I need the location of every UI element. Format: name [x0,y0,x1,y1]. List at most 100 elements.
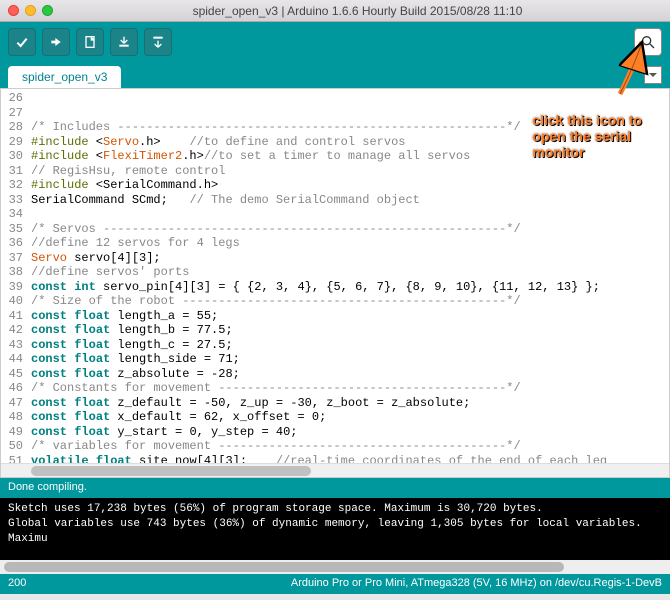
code-line[interactable]: 50/* variables for movement ------------… [1,439,669,454]
console-line: Sketch uses 17,238 bytes (56%) of progra… [8,502,662,517]
code-line[interactable]: 32#include <SerialCommand.h> [1,178,669,193]
line-number: 35 [1,222,31,237]
tab-menu-button[interactable] [644,66,662,84]
code-line[interactable]: 39const int servo_pin[4][3] = { {2, 3, 4… [1,280,669,295]
line-number: 41 [1,309,31,324]
toolbar [0,22,670,62]
code-content[interactable]: /* Includes ----------------------------… [31,120,669,135]
line-number: 31 [1,164,31,179]
code-line[interactable]: 31// RegisHsu, remote control [1,164,669,179]
code-content[interactable]: SerialCommand SCmd; // The demo SerialCo… [31,193,669,208]
code-editor[interactable]: 262728/* Includes ----------------------… [0,88,670,478]
line-number: 29 [1,135,31,150]
line-number: 50 [1,439,31,454]
line-number: 34 [1,207,31,222]
code-line[interactable]: 48const float x_default = 62, x_offset =… [1,410,669,425]
code-line[interactable]: 37Servo servo[4][3]; [1,251,669,266]
code-line[interactable]: 43const float length_c = 27.5; [1,338,669,353]
code-line[interactable]: 34 [1,207,669,222]
line-number: 38 [1,265,31,280]
line-number: 47 [1,396,31,411]
sketch-tab[interactable]: spider_open_v3 [8,66,121,88]
code-line[interactable]: 47const float z_default = -50, z_up = -3… [1,396,669,411]
console-output: Sketch uses 17,238 bytes (56%) of progra… [0,498,670,560]
code-line[interactable]: 33SerialCommand SCmd; // The demo Serial… [1,193,669,208]
status-bar: Done compiling. [0,478,670,498]
upload-button[interactable] [42,28,70,56]
code-content[interactable]: //define servos' ports [31,265,669,280]
code-line[interactable]: 29#include <Servo.h> //to define and con… [1,135,669,150]
line-number: 40 [1,294,31,309]
close-window-icon[interactable] [8,5,19,16]
open-button[interactable] [110,28,138,56]
maximize-window-icon[interactable] [42,5,53,16]
line-number: 43 [1,338,31,353]
line-number: 26 [1,91,31,106]
console-horizontal-scrollbar[interactable] [0,560,670,574]
line-number: 28 [1,120,31,135]
code-content[interactable]: Servo servo[4][3]; [31,251,669,266]
code-content[interactable] [31,106,669,121]
line-number: 44 [1,352,31,367]
code-content[interactable]: /* Size of the robot -------------------… [31,294,669,309]
code-content[interactable]: // RegisHsu, remote control [31,164,669,179]
serial-monitor-button[interactable] [634,28,662,56]
code-line[interactable]: 49const float y_start = 0, y_step = 40; [1,425,669,440]
code-content[interactable]: const int servo_pin[4][3] = { {2, 3, 4},… [31,280,669,295]
line-number: 45 [1,367,31,382]
footer-bar: 200 Arduino Pro or Pro Mini, ATmega328 (… [0,574,670,594]
status-text: Done compiling. [8,481,87,493]
code-line[interactable]: 41const float length_a = 55; [1,309,669,324]
code-content[interactable]: //define 12 servos for 4 legs [31,236,669,251]
code-content[interactable] [31,207,669,222]
code-line[interactable]: 40/* Size of the robot -----------------… [1,294,669,309]
line-number: 49 [1,425,31,440]
window-controls [8,5,53,16]
code-content[interactable]: const float length_b = 77.5; [31,323,669,338]
minimize-window-icon[interactable] [25,5,36,16]
code-line[interactable]: 38//define servos' ports [1,265,669,280]
code-line[interactable]: 27 [1,106,669,121]
save-button[interactable] [144,28,172,56]
code-content[interactable]: const float length_side = 71; [31,352,669,367]
code-content[interactable]: const float z_default = -50, z_up = -30,… [31,396,669,411]
code-content[interactable]: #include <FlexiTimer2.h>//to set a timer… [31,149,669,164]
code-content[interactable]: const float length_a = 55; [31,309,669,324]
code-line[interactable]: 42const float length_b = 77.5; [1,323,669,338]
line-number: 42 [1,323,31,338]
line-number: 33 [1,193,31,208]
line-number: 27 [1,106,31,121]
editor-horizontal-scrollbar[interactable] [1,463,669,477]
line-number: 39 [1,280,31,295]
verify-button[interactable] [8,28,36,56]
code-content[interactable]: /* variables for movement --------------… [31,439,669,454]
code-content[interactable] [31,91,669,106]
line-number: 37 [1,251,31,266]
code-line[interactable]: 46/* Constants for movement ------------… [1,381,669,396]
line-number: 46 [1,381,31,396]
line-number: 32 [1,178,31,193]
code-content[interactable]: const float y_start = 0, y_step = 40; [31,425,669,440]
code-line[interactable]: 26 [1,91,669,106]
code-content[interactable]: const float x_default = 62, x_offset = 0… [31,410,669,425]
line-number: 30 [1,149,31,164]
code-content[interactable]: /* Constants for movement --------------… [31,381,669,396]
code-line[interactable]: 28/* Includes --------------------------… [1,120,669,135]
code-content[interactable]: /* Servos ------------------------------… [31,222,669,237]
window-title: spider_open_v3 | Arduino 1.6.6 Hourly Bu… [53,4,662,18]
code-line[interactable]: 45const float z_absolute = -28; [1,367,669,382]
board-port-indicator: Arduino Pro or Pro Mini, ATmega328 (5V, … [291,577,662,591]
code-line[interactable]: 44const float length_side = 71; [1,352,669,367]
line-number: 36 [1,236,31,251]
code-line[interactable]: 35/* Servos ----------------------------… [1,222,669,237]
code-content[interactable]: #include <Servo.h> //to define and contr… [31,135,669,150]
code-content[interactable]: const float length_c = 27.5; [31,338,669,353]
new-button[interactable] [76,28,104,56]
code-line[interactable]: 30#include <FlexiTimer2.h>//to set a tim… [1,149,669,164]
code-content[interactable]: const float z_absolute = -28; [31,367,669,382]
code-line[interactable]: 36//define 12 servos for 4 legs [1,236,669,251]
titlebar: spider_open_v3 | Arduino 1.6.6 Hourly Bu… [0,0,670,22]
line-number: 48 [1,410,31,425]
code-content[interactable]: #include <SerialCommand.h> [31,178,669,193]
tabbar: spider_open_v3 [0,62,670,88]
